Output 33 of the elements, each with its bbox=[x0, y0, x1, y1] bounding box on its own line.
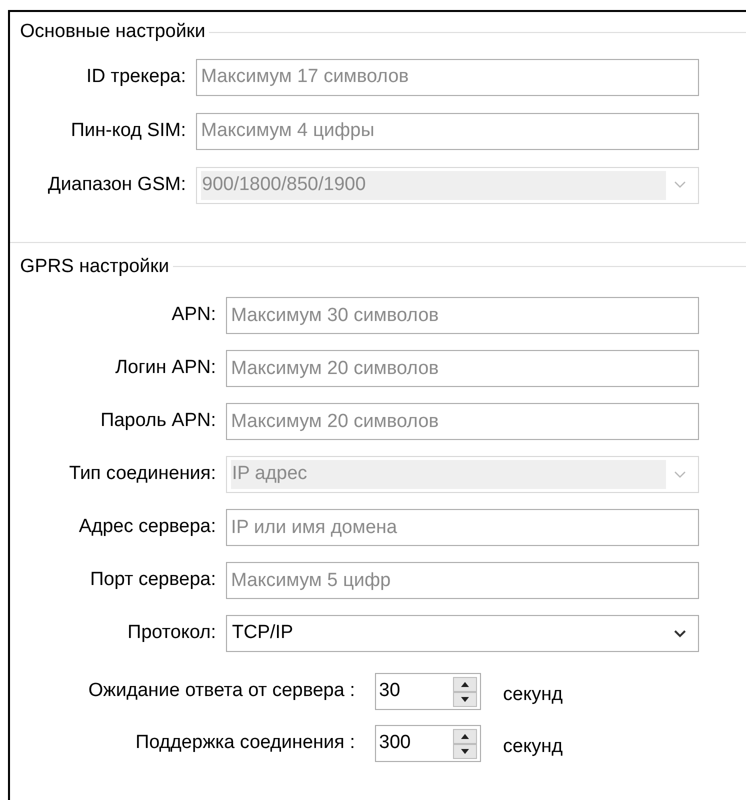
text-field[interactable]: Максимум 17 символов bbox=[196, 58, 699, 96]
up-down-arrows-icon bbox=[453, 676, 477, 706]
number-spinner[interactable]: 300 bbox=[375, 725, 481, 762]
dropdown[interactable]: TCP/IP bbox=[226, 615, 699, 652]
spinner-label: Поддержка соединения : bbox=[135, 731, 355, 756]
field-label: Пароль APN: bbox=[100, 409, 216, 434]
unit-label: секунд bbox=[503, 735, 563, 760]
group-title: GPRS настройки bbox=[19, 254, 170, 278]
spinner-value: 300 bbox=[379, 731, 412, 756]
unit-label: секунд bbox=[503, 683, 563, 708]
field-label: Пин-код SIM: bbox=[70, 118, 186, 143]
text-field[interactable]: Максимум 20 символов bbox=[226, 403, 699, 440]
field-label: Протокол: bbox=[128, 621, 216, 646]
text-field[interactable]: Максимум 20 символов bbox=[226, 350, 699, 387]
dropdown-value: IP адрес bbox=[232, 462, 308, 486]
dropdown-value: TCP/IP bbox=[232, 621, 294, 646]
field-label: ID трекера: bbox=[86, 64, 186, 89]
field-label: Тип соединения: bbox=[69, 462, 216, 486]
field-label: Адрес сервера: bbox=[78, 515, 216, 540]
number-spinner[interactable]: 30 bbox=[375, 673, 481, 710]
text-field[interactable]: Максимум 4 цифры bbox=[196, 112, 699, 150]
dropdown-value: 900/1800/850/1900 bbox=[202, 172, 366, 197]
text-field[interactable]: IP или имя домена bbox=[226, 509, 699, 546]
up-down-arrows-icon bbox=[453, 728, 477, 758]
field-label: Диапазон GSM: bbox=[48, 172, 186, 197]
field-label: Порт сервера: bbox=[90, 568, 216, 592]
spinner-label: Ожидание ответа от сервера : bbox=[88, 679, 355, 704]
field-label: Логин APN: bbox=[115, 356, 216, 380]
text-field[interactable]: Максимум 30 символов bbox=[226, 297, 699, 334]
group-title: Основные настройки bbox=[19, 20, 206, 44]
field-label: APN: bbox=[172, 303, 216, 328]
spinner-value: 30 bbox=[379, 679, 402, 704]
text-field[interactable]: Максимум 5 цифр bbox=[226, 562, 699, 599]
